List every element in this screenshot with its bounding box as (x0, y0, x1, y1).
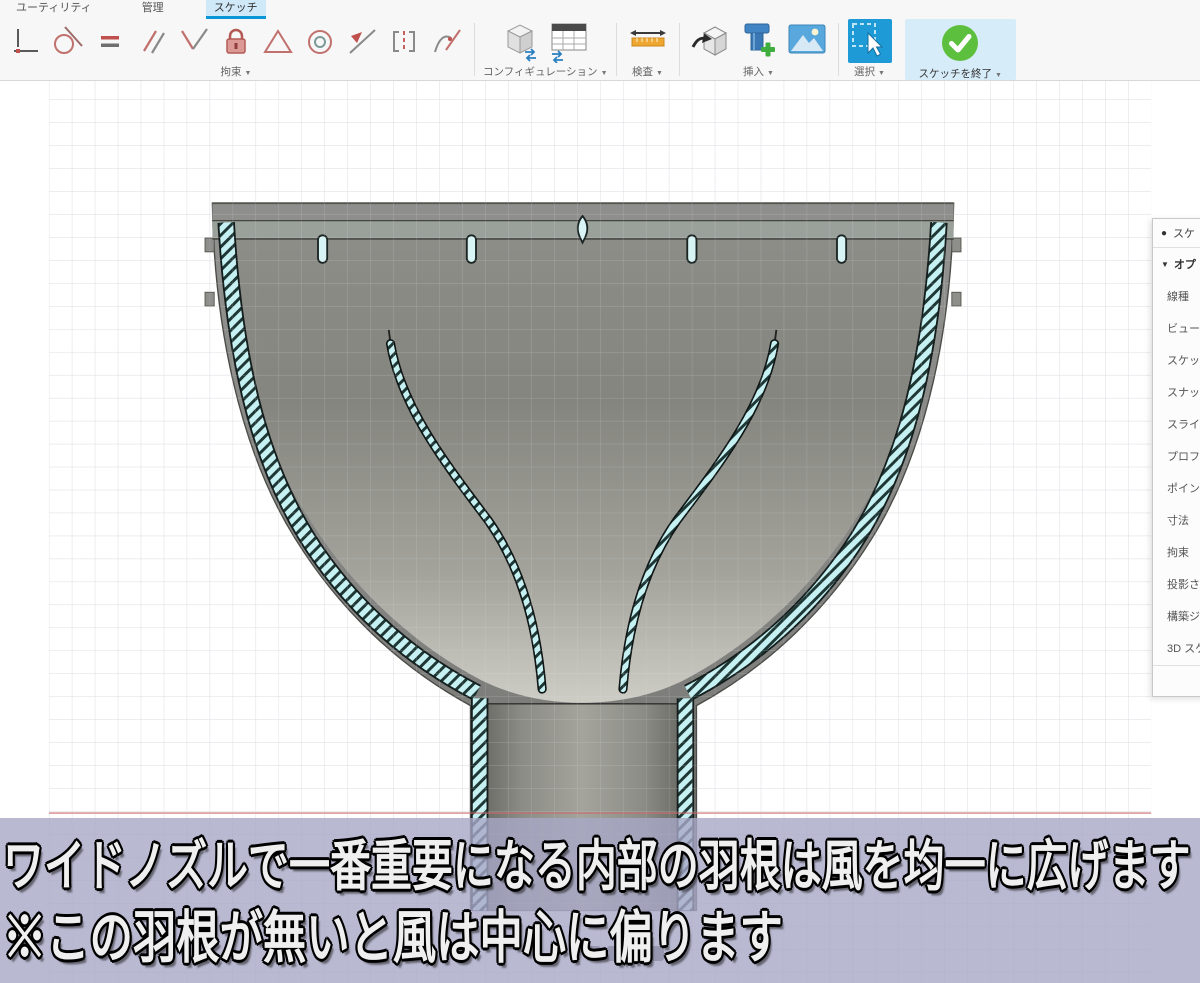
horizontal-vertical-constraint-icon[interactable] (6, 23, 46, 59)
configuration-dropdown[interactable]: コンフィギュレーション▼ (483, 64, 608, 79)
palette-item-dimensions[interactable]: 寸法 (1153, 504, 1200, 536)
subtitle-line-1: ワイドノズルで一番重要になる内部の羽根は風を均一に広げます (3, 821, 1190, 901)
midpoint-constraint-icon[interactable] (342, 23, 382, 59)
dropdown-caret: ▼ (767, 70, 774, 77)
group-constraints: 拘束▼ (0, 19, 472, 80)
toolbar-separator (838, 23, 839, 76)
palette-item-linetype[interactable]: 線種 (1153, 280, 1200, 312)
palette-item-sketch-grid[interactable]: スケッチ (1153, 344, 1200, 376)
toolbar-separator (474, 23, 475, 76)
select-dropdown[interactable]: 選択▼ (854, 64, 885, 79)
group-select: 選択▼ (841, 19, 899, 80)
dropdown-caret: ▼ (995, 72, 1002, 79)
subtitle-overlay: ワイドノズルで一番重要になる内部の羽根は風を均一に広げます ※この羽根が無いと風… (0, 818, 1200, 983)
palette-dot-icon: ● (1161, 228, 1167, 239)
configuration-table-icon[interactable] (546, 19, 592, 63)
palette-item-projected[interactable]: 投影さ (1153, 568, 1200, 600)
constraints-dropdown[interactable]: 拘束▼ (221, 64, 252, 79)
curvature-constraint-icon[interactable] (426, 23, 466, 59)
fix-lock-constraint-icon[interactable] (216, 23, 256, 59)
sketch-palette-panel: ● スケ ▼ オプ 線種 ビュー正 スケッチ スナップ スライス プロファ ポイ… (1152, 218, 1200, 697)
select-icon[interactable] (847, 19, 893, 63)
concentric-constraint-icon[interactable] (300, 23, 340, 59)
toolbar-separator (616, 23, 617, 76)
palette-item-look-at[interactable]: ビュー正 (1153, 312, 1200, 344)
palette-item-constraints[interactable]: 拘束 (1153, 536, 1200, 568)
dropdown-caret: ▼ (656, 70, 663, 77)
toolbar-separator (679, 23, 680, 76)
perpendicular-constraint-icon[interactable] (174, 23, 214, 59)
palette-item-3d-sketch[interactable]: 3D スケ (1153, 632, 1200, 664)
subtitle-line-2: ※この羽根が無いと風は中心に偏ります (3, 892, 783, 974)
dropdown-caret: ▼ (601, 70, 608, 77)
palette-item-points[interactable]: ポイント (1153, 472, 1200, 504)
group-inspect: 検査▼ (619, 19, 677, 80)
finish-check-icon (937, 21, 983, 65)
finish-sketch-button[interactable]: スケッチを終了▼ (905, 19, 1016, 80)
dropdown-caret: ▼ (878, 70, 885, 77)
insert-canvas-icon[interactable] (784, 19, 830, 63)
tab-utility[interactable]: ユーティリティ (8, 0, 100, 19)
finish-sketch-label: スケッチを終了▼ (919, 66, 1002, 81)
dropdown-caret: ▼ (245, 70, 252, 77)
insert-fastener-icon[interactable] (736, 19, 782, 63)
configuration-cube-icon[interactable] (498, 19, 544, 63)
palette-item-construction[interactable]: 構築ジ (1153, 600, 1200, 632)
palette-section-options[interactable]: ▼ オプ (1153, 248, 1200, 280)
ribbon-tabs: ユーティリティ 管理 スケッチ (0, 0, 1200, 19)
insert-dropdown[interactable]: 挿入▼ (743, 64, 774, 79)
tangent-constraint-icon[interactable] (48, 23, 88, 59)
insert-derive-icon[interactable] (688, 19, 734, 63)
symmetry-constraint-icon[interactable] (384, 23, 424, 59)
fusion-sketch-window: ユーティリティ 管理 スケッチ (0, 0, 1200, 983)
group-configuration: コンフィギュレーション▼ (477, 19, 614, 80)
tab-manage[interactable]: 管理 (134, 0, 172, 19)
equal-constraint-icon[interactable] (90, 23, 130, 59)
tab-sketch[interactable]: スケッチ (206, 0, 266, 19)
measure-icon[interactable] (625, 19, 671, 63)
triangle-constraint-icon[interactable] (258, 23, 298, 59)
palette-item-snap[interactable]: スナップ (1153, 376, 1200, 408)
parallel-constraint-icon[interactable] (132, 23, 172, 59)
palette-item-slice[interactable]: スライス (1153, 408, 1200, 440)
toolbar: ユーティリティ 管理 スケッチ (0, 0, 1200, 81)
group-insert: 挿入▼ (682, 19, 836, 80)
palette-item-profile[interactable]: プロファ (1153, 440, 1200, 472)
chevron-down-icon: ▼ (1161, 260, 1169, 269)
toolbar-tools: 拘束▼ コンフィギュレーション▼ (0, 19, 1200, 80)
sketch-palette-header[interactable]: ● スケ (1153, 219, 1200, 248)
inspect-dropdown[interactable]: 検査▼ (632, 64, 663, 79)
palette-footer (1153, 665, 1200, 698)
